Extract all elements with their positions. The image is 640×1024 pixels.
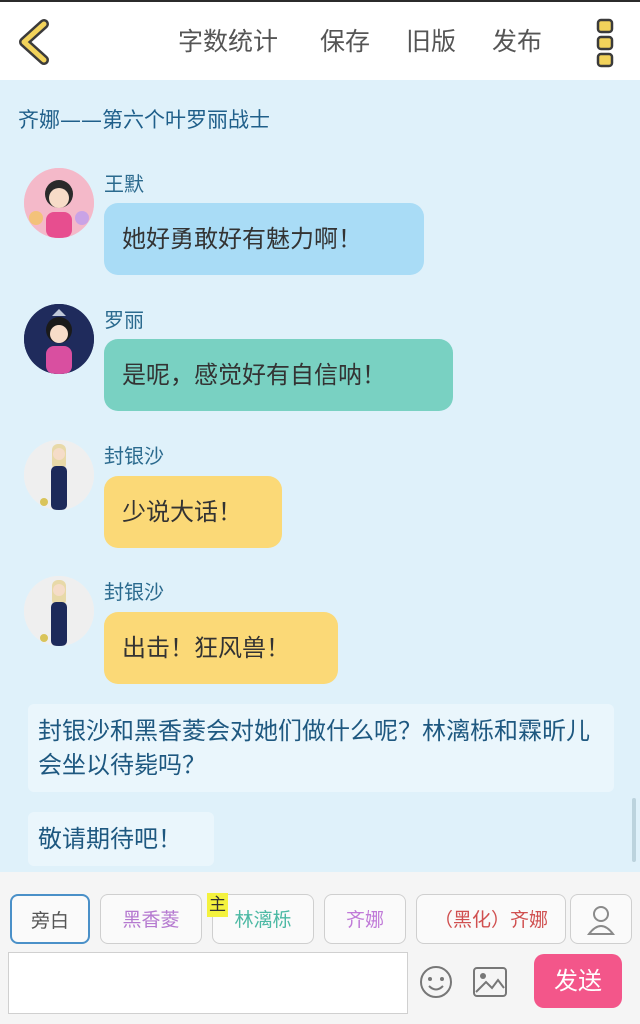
avatar-image <box>24 440 94 510</box>
word-count-button[interactable]: 字数统计 <box>178 24 278 60</box>
chat-title: 齐娜——第六个叶罗丽战士 <box>18 108 270 132</box>
character-chip-narrator[interactable]: 旁白 <box>10 894 90 944</box>
sender-name: 封银沙 <box>104 580 164 604</box>
main-role-badge: 主 <box>207 893 228 917</box>
character-chip[interactable]: 齐娜 <box>324 894 406 944</box>
message-input[interactable] <box>8 952 408 1014</box>
avatar[interactable] <box>24 440 94 510</box>
avatar-image <box>24 576 94 646</box>
sender-name: 王默 <box>104 172 144 196</box>
add-character-button[interactable] <box>570 894 632 944</box>
chat-bubble[interactable]: 少说大话！ <box>104 476 282 548</box>
narration-block[interactable]: 敬请期待吧！ <box>28 812 214 866</box>
save-button[interactable]: 保存 <box>320 24 370 60</box>
character-chip[interactable]: （黑化）齐娜 <box>416 894 566 944</box>
sender-name: 罗丽 <box>104 308 144 332</box>
send-button[interactable]: 发送 <box>534 954 622 1008</box>
back-arrow-icon[interactable] <box>14 18 54 66</box>
character-chip[interactable]: 黑香菱 <box>100 894 202 944</box>
old-version-button[interactable]: 旧版 <box>406 24 456 60</box>
character-chip-label: 林漓栎 <box>234 909 292 931</box>
avatar-image <box>24 304 94 374</box>
user-icon <box>586 906 616 935</box>
sender-name: 封银沙 <box>104 444 164 468</box>
chat-bubble[interactable]: 是呢，感觉好有自信呐！ <box>104 339 453 411</box>
avatar[interactable] <box>24 576 94 646</box>
image-icon[interactable] <box>472 966 508 998</box>
scroll-indicator[interactable] <box>632 798 636 862</box>
character-chip[interactable]: 主 林漓栎 <box>207 893 314 944</box>
avatar[interactable] <box>24 168 94 238</box>
emoji-icon[interactable] <box>418 964 454 1000</box>
chat-bubble[interactable]: 她好勇敢好有魅力啊！ <box>104 203 424 275</box>
chat-bubble[interactable]: 出击！狂风兽！ <box>104 612 338 684</box>
avatar-image <box>24 168 94 238</box>
top-bar: 字数统计 保存 旧版 发布 <box>0 0 640 80</box>
more-menu-icon[interactable] <box>596 18 614 68</box>
avatar[interactable] <box>24 304 94 374</box>
composer-panel: 旁白 黑香菱 主 林漓栎 齐娜 （黑化）齐娜 发送 <box>0 872 640 1024</box>
publish-button[interactable]: 发布 <box>492 24 542 60</box>
narration-block[interactable]: 封银沙和黑香菱会对她们做什么呢？林漓栎和霖昕儿会坐以待毙吗？ <box>28 704 614 792</box>
